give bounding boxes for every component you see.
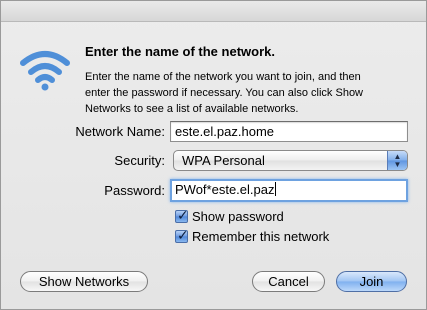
- show-password-checkbox[interactable]: ✓: [175, 207, 189, 223]
- join-button[interactable]: Join: [336, 271, 407, 292]
- checkmark-icon: ✓: [177, 227, 189, 243]
- dialog-heading: Enter the name of the network.: [85, 44, 275, 59]
- remember-network-label: Remember this network: [192, 229, 330, 244]
- network-name-label: Network Name:: [75, 124, 165, 139]
- network-name-field[interactable]: este.el.paz.home: [170, 121, 408, 142]
- join-network-dialog: Enter the name of the network. Enter the…: [0, 0, 427, 310]
- remember-network-row[interactable]: ✓ Remember this network: [175, 227, 330, 247]
- security-label: Security:: [114, 153, 165, 168]
- wifi-icon: [20, 51, 70, 91]
- dialog-description: Enter the name of the network you want t…: [85, 71, 364, 115]
- password-field[interactable]: PWof*este.el.paz: [170, 179, 408, 202]
- password-value: PWof*este.el.paz: [175, 182, 275, 197]
- show-password-label: Show password: [192, 209, 284, 224]
- security-value: WPA Personal: [182, 153, 265, 168]
- text-caret: [275, 182, 277, 196]
- password-label: Password:: [104, 183, 165, 198]
- title-bar: [1, 1, 426, 22]
- remember-network-checkbox[interactable]: ✓: [175, 227, 189, 243]
- security-popup[interactable]: WPA Personal ▲ ▼: [173, 150, 408, 171]
- show-networks-button[interactable]: Show Networks: [20, 271, 148, 292]
- network-name-value: este.el.paz.home: [175, 124, 275, 139]
- updown-arrows-icon: ▲ ▼: [387, 151, 407, 170]
- show-password-row[interactable]: ✓ Show password: [175, 207, 284, 227]
- checkmark-icon: ✓: [177, 207, 189, 223]
- cancel-button[interactable]: Cancel: [252, 271, 325, 292]
